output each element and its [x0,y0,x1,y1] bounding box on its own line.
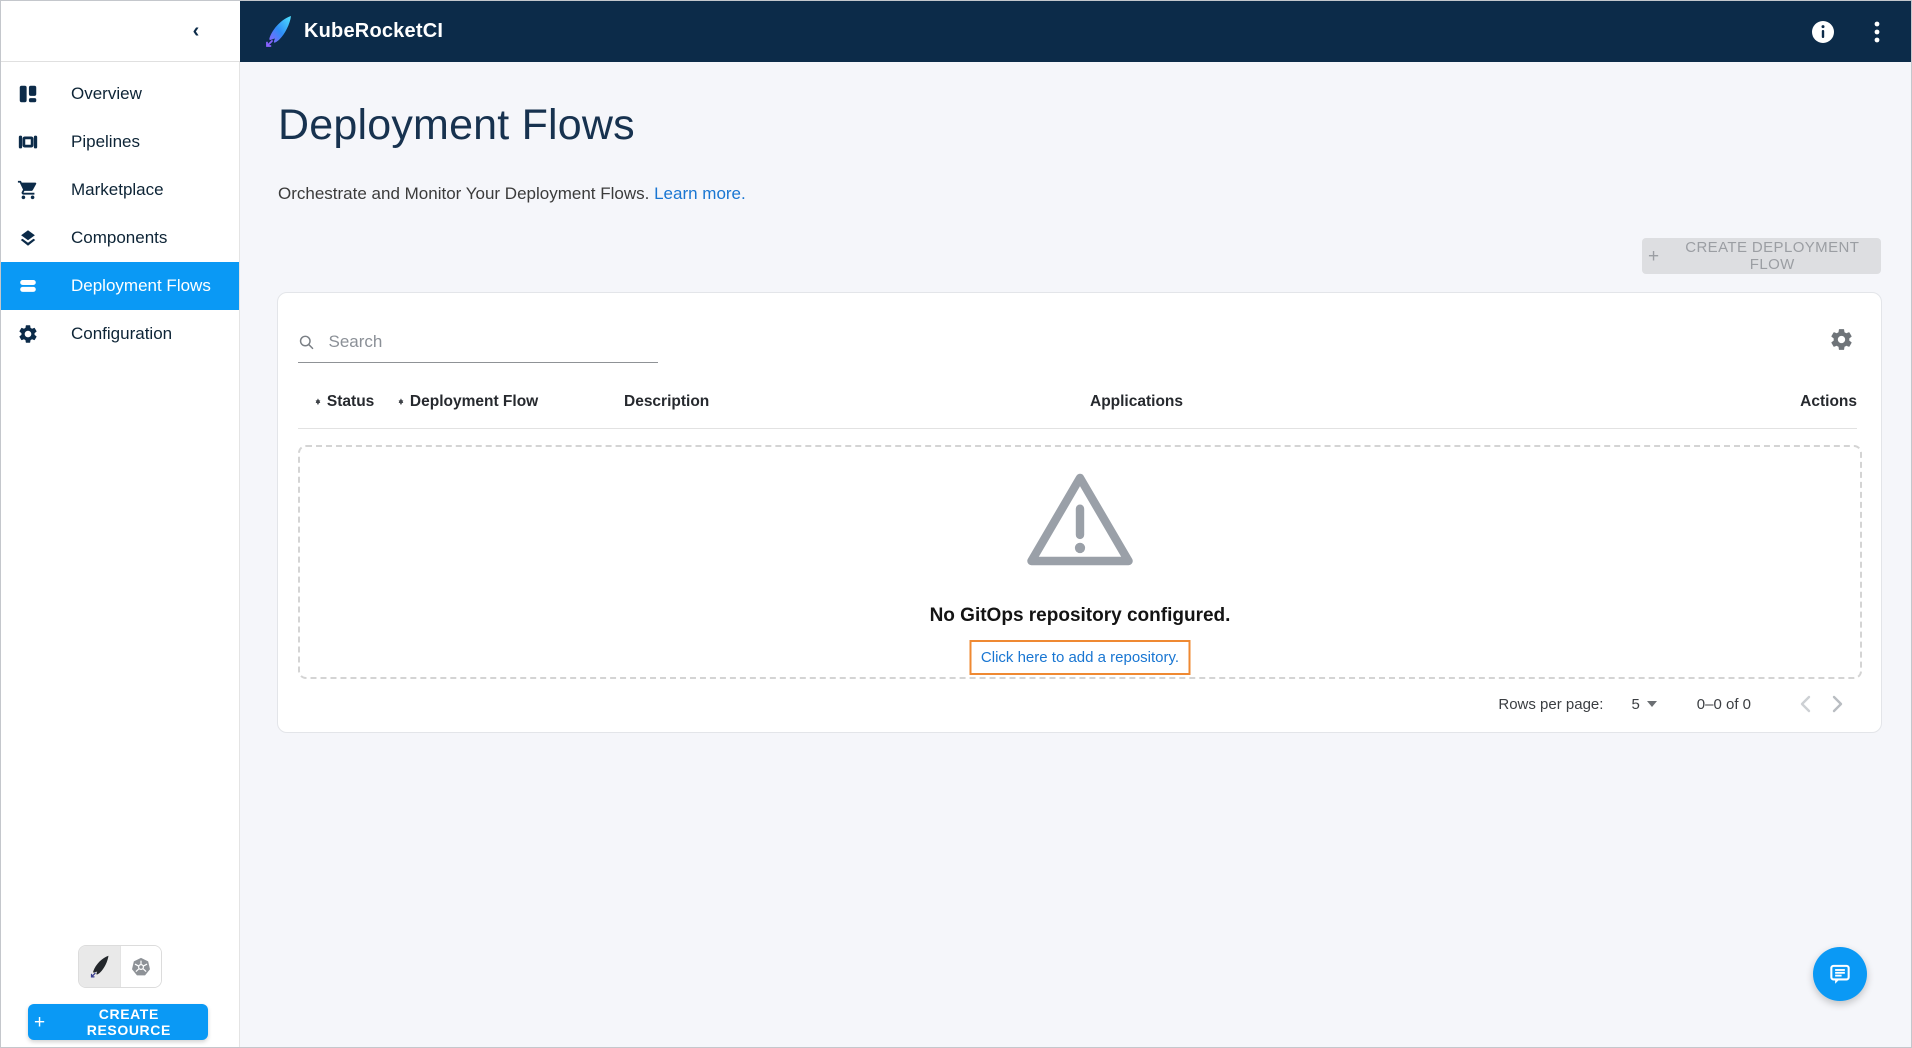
column-header-applications: Applications [1090,393,1800,411]
chevron-left-icon: ‹ [193,20,200,42]
brand-name: KubeRocketCI [304,20,443,43]
sidebar-item-label: Overview [71,84,142,104]
next-page-button[interactable] [1821,688,1853,720]
add-repository-link[interactable]: Click here to add a repository. [981,649,1179,666]
learn-more-link[interactable]: Learn more. [654,184,746,203]
gear-icon [16,322,40,346]
layers-icon [16,226,40,250]
rows-per-page-label: Rows per page: [1498,696,1603,713]
page-subtitle: Orchestrate and Monitor Your Deployment … [278,184,746,204]
plus-icon: + [1648,247,1660,266]
sidebar-item-label: Pipelines [71,132,140,152]
pagination: Rows per page: 5 0–0 of 0 [1498,688,1853,720]
kuberocketci-view-toggle[interactable] [79,946,120,987]
column-label: Actions [1800,393,1857,411]
chat-bubble-icon [1827,961,1853,987]
app-window: ‹ KubeRocketCI [0,0,1912,1048]
sidebar-item-pipelines[interactable]: Pipelines [1,118,239,166]
create-resource-button[interactable]: + CREATE RESOURCE [28,1004,208,1040]
sidebar: Overview Pipelines Marketplace Component… [1,62,240,1047]
create-deployment-flow-button[interactable]: + CREATE DEPLOYMENT FLOW [1642,238,1881,274]
sidebar-item-components[interactable]: Components [1,214,239,262]
topbar: KubeRocketCI [240,1,1911,62]
table-settings-gear-icon [1829,327,1854,352]
search-input[interactable] [326,331,658,353]
sidebar-item-overview[interactable]: Overview [1,70,239,118]
page-subtitle-text: Orchestrate and Monitor Your Deployment … [278,184,649,203]
chat-fab-button[interactable] [1813,947,1867,1001]
sidebar-item-configuration[interactable]: Configuration [1,310,239,358]
column-label: Description [624,393,709,411]
table-settings-button[interactable] [1825,323,1857,355]
search-field [298,331,658,363]
column-label: Applications [1090,393,1183,411]
kebab-menu-icon [1867,21,1887,43]
overview-icon [16,82,40,106]
chevron-down-icon [1647,701,1657,707]
plus-icon: + [34,1013,46,1032]
sidebar-item-label: Marketplace [71,180,164,200]
sidebar-item-deployment-flows[interactable]: Deployment Flows [1,262,239,310]
create-resource-label: CREATE RESOURCE [56,1006,202,1038]
rows-per-page-select[interactable]: 5 [1631,696,1656,713]
deployment-flows-icon [16,274,40,298]
deployment-flows-card: ▲▼ Status ▲▼ Deployment Flow Description… [277,292,1882,733]
sidebar-header: ‹ [1,1,240,62]
info-button[interactable] [1807,16,1839,48]
rocket-feather-logo-icon [264,15,294,49]
pagination-range: 0–0 of 0 [1697,696,1751,713]
create-deployment-flow-label: CREATE DEPLOYMENT FLOW [1670,239,1876,273]
pipelines-icon [16,130,40,154]
warning-triangle-icon [1024,469,1136,569]
chevron-left-icon [1800,695,1811,713]
sidebar-item-label: Components [71,228,167,248]
search-icon [298,333,315,352]
shopping-cart-icon [16,178,40,202]
column-label: Status [327,393,374,411]
page-title: Deployment Flows [278,101,635,150]
quill-icon [89,955,111,979]
rows-per-page-value: 5 [1631,696,1639,713]
sort-icon[interactable]: ▲▼ [314,401,322,403]
empty-state: No GitOps repository configured. Click h… [298,445,1862,679]
column-header-status[interactable]: ▲▼ Status [314,393,397,411]
info-icon [1811,20,1835,44]
table-header-divider [298,428,1857,429]
sidebar-item-label: Deployment Flows [71,276,211,296]
annotation-highlight-box: Click here to add a repository. [970,640,1191,675]
kubernetes-view-toggle[interactable] [120,946,161,987]
empty-state-title: No GitOps repository configured. [300,605,1860,627]
table-header-row: ▲▼ Status ▲▼ Deployment Flow Description… [298,386,1857,418]
sidebar-item-marketplace[interactable]: Marketplace [1,166,239,214]
brand: KubeRocketCI [264,15,443,49]
view-toggle-group [78,945,162,988]
kebab-menu-button[interactable] [1861,16,1893,48]
column-label: Deployment Flow [410,393,538,411]
sidebar-item-label: Configuration [71,324,172,344]
kubernetes-wheel-icon [130,956,152,978]
column-header-description: Description [624,393,1090,411]
chevron-right-icon [1832,695,1843,713]
previous-page-button[interactable] [1789,688,1821,720]
collapse-sidebar-button[interactable]: ‹ [180,15,212,47]
column-header-deployment-flow[interactable]: ▲▼ Deployment Flow [397,393,624,411]
column-header-actions: Actions [1800,393,1857,411]
sort-icon[interactable]: ▲▼ [397,401,405,403]
